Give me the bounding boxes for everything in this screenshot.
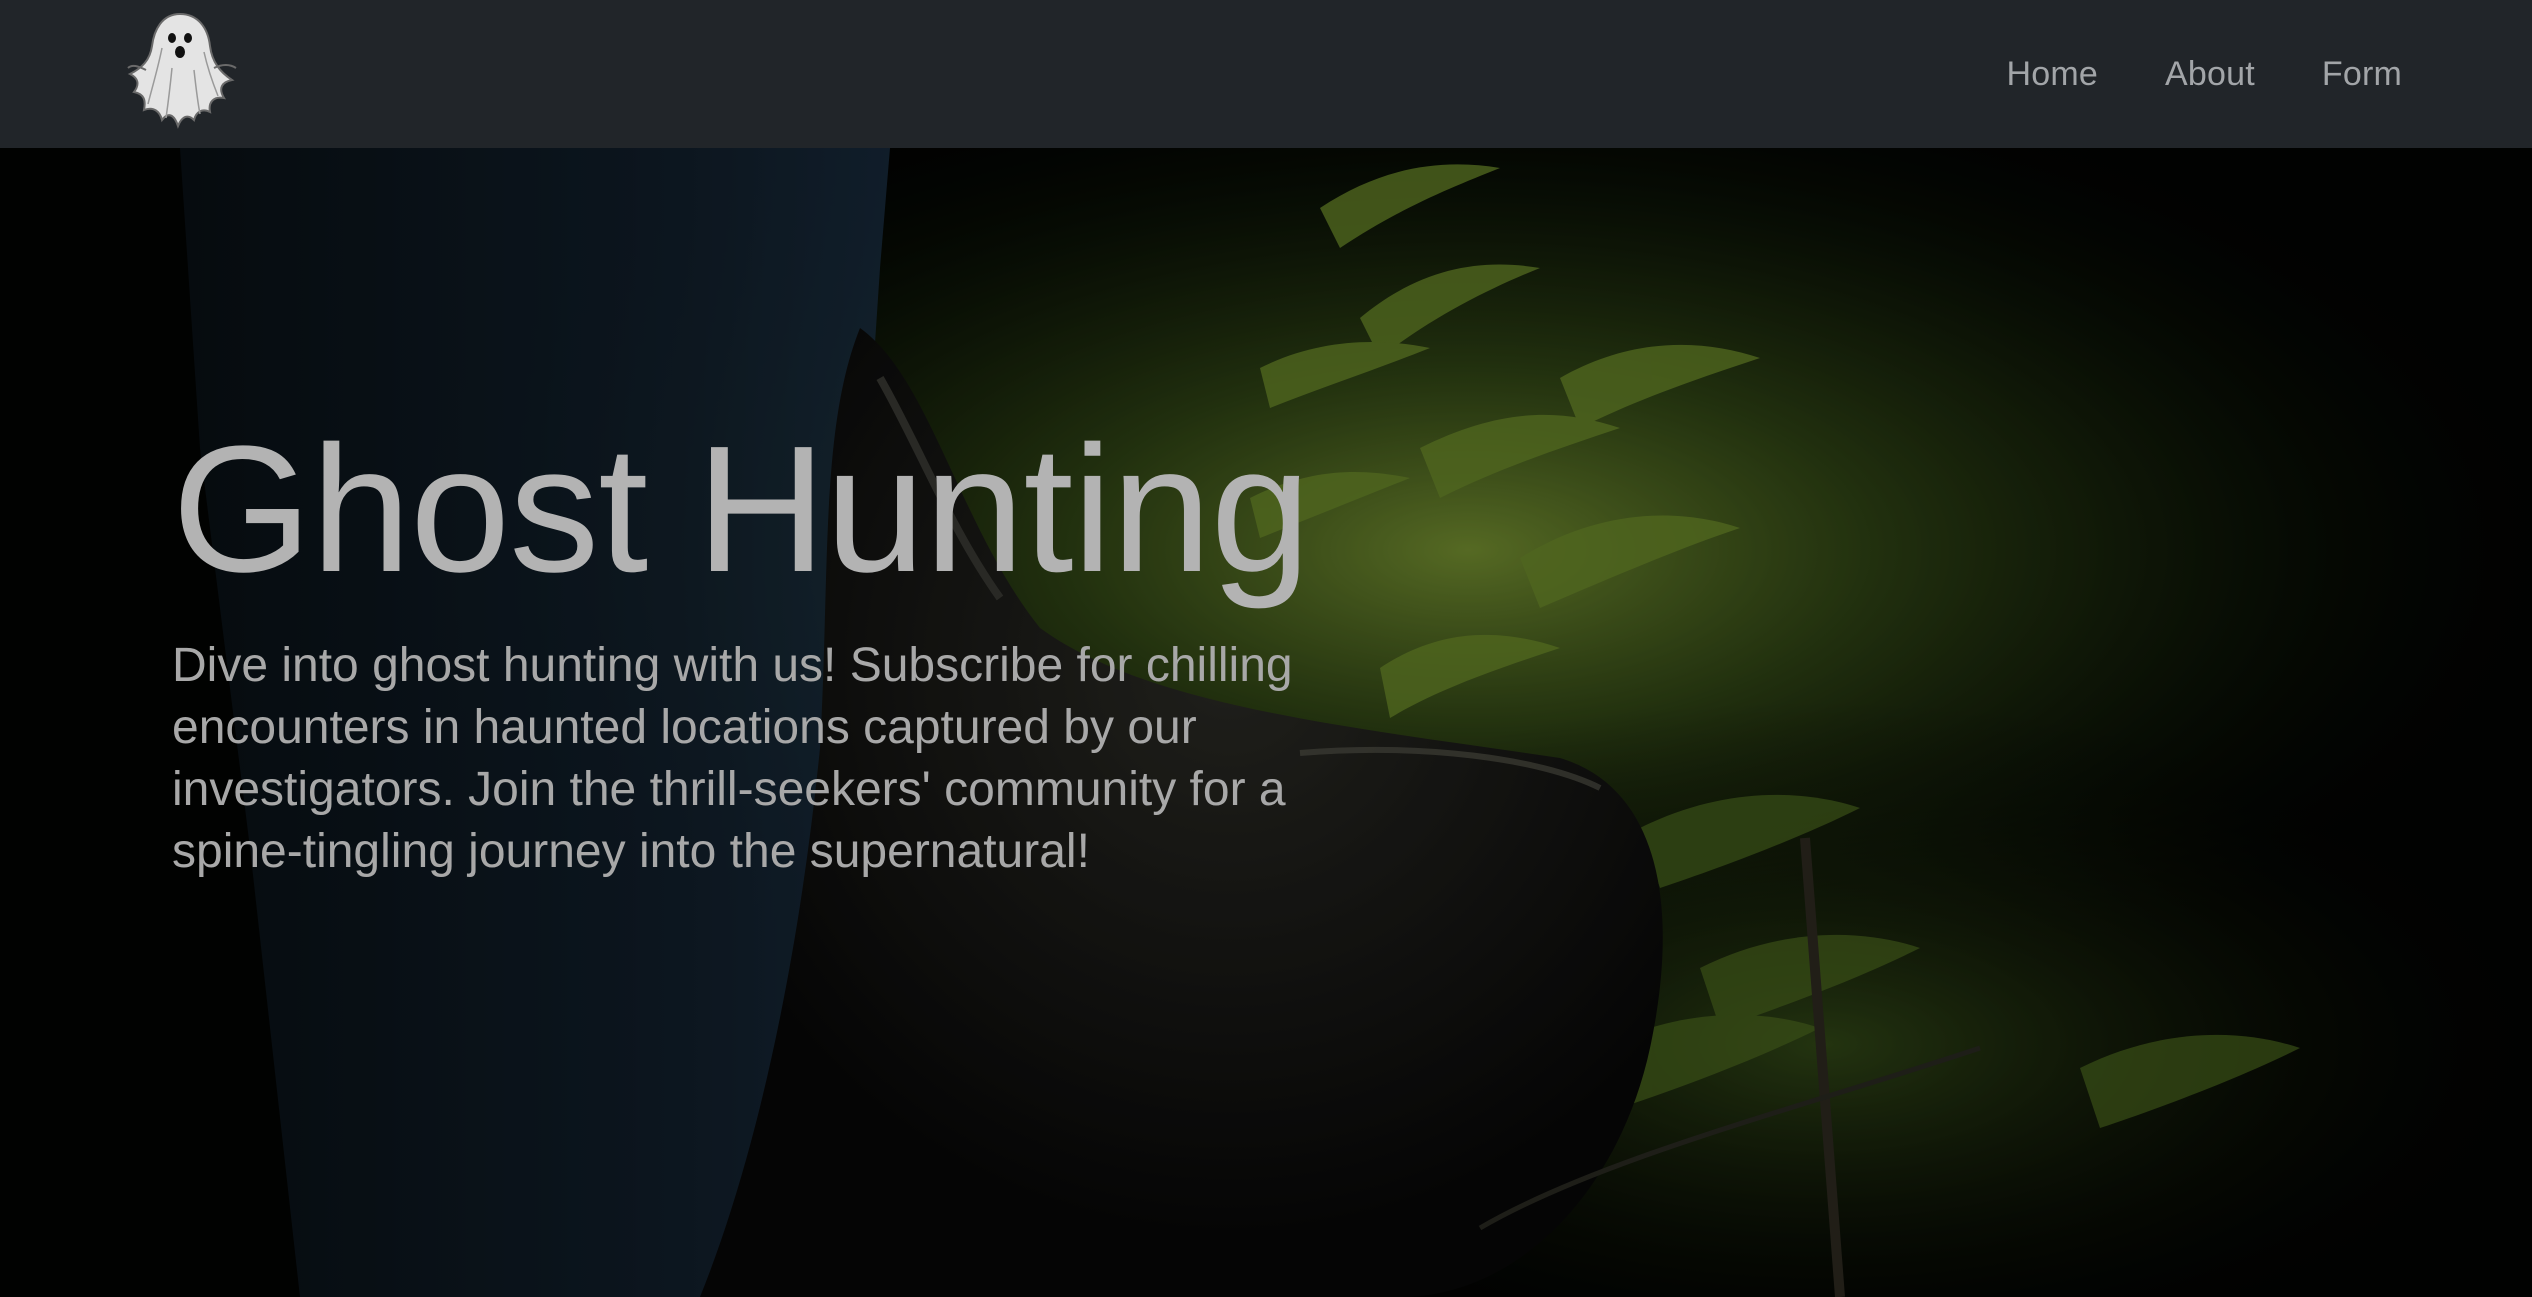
hero-description: Dive into ghost hunting with us! Subscri… [172, 639, 1293, 878]
nav-links: Home About Form [1940, 0, 2402, 148]
nav-link-home[interactable]: Home [2007, 55, 2099, 94]
navbar: Home About Form [0, 0, 2532, 148]
nav-link-form[interactable]: Form [2322, 55, 2402, 94]
ghost-logo-icon[interactable] [122, 8, 248, 134]
nav-link-about[interactable]: About [2165, 55, 2255, 94]
hero-section: Ghost Hunting Dive into ghost hunting wi… [0, 148, 2532, 1297]
hero-title: Ghost Hunting [172, 409, 1311, 610]
